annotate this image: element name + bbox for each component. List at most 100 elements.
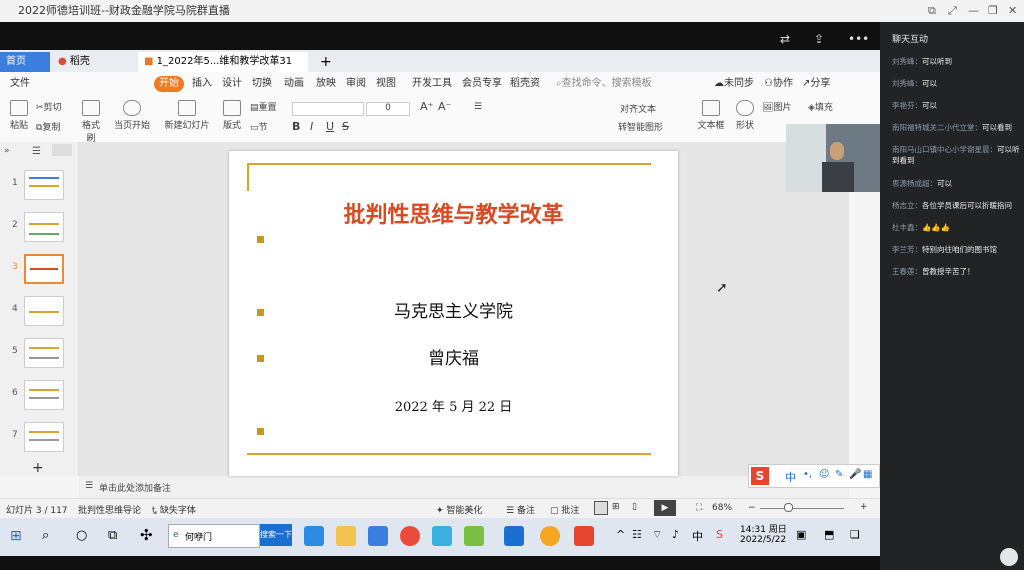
- collab-button[interactable]: ⚇协作: [764, 76, 793, 92]
- menu-view[interactable]: 视图: [376, 76, 396, 92]
- ime-punct-icon[interactable]: •,: [803, 469, 812, 480]
- wps-icon[interactable]: [574, 526, 594, 546]
- bold-button[interactable]: B: [292, 120, 300, 133]
- mail-icon[interactable]: [368, 526, 388, 546]
- sorter-view-icon[interactable]: ⊞: [612, 502, 620, 512]
- increase-font-button[interactable]: A⁺: [420, 100, 433, 113]
- tab-docer[interactable]: ● 稻壳: [52, 52, 132, 72]
- strikethrough-button[interactable]: S: [342, 120, 349, 133]
- cortana-icon[interactable]: ○: [76, 528, 87, 543]
- align-text-button[interactable]: 对齐文本: [620, 102, 656, 115]
- menu-animation[interactable]: 动画: [284, 76, 304, 92]
- italic-button[interactable]: I: [310, 120, 313, 133]
- decrease-font-button[interactable]: A⁻: [438, 100, 451, 113]
- show-desktop-icon[interactable]: ▣: [796, 528, 806, 541]
- thumbnail-view-icon[interactable]: [52, 144, 72, 156]
- fullscreen-icon[interactable]: ⤢: [948, 0, 957, 22]
- menu-insert[interactable]: 插入: [192, 76, 212, 92]
- tab-current-document[interactable]: ■ 1_2022年5...维和教学改革31: [138, 52, 308, 72]
- menu-start[interactable]: 开始: [154, 76, 184, 92]
- chrome-icon[interactable]: [400, 526, 420, 546]
- presenter-webcam[interactable]: [786, 124, 880, 192]
- template-name[interactable]: 批判性思维导论: [78, 503, 141, 516]
- zoom-slider-handle[interactable]: [784, 503, 793, 512]
- browser-green-icon[interactable]: [464, 526, 484, 546]
- slide-thumb-3[interactable]: [24, 254, 64, 284]
- zoom-in-button[interactable]: +: [860, 502, 868, 512]
- screen-share-icon[interactable]: ⇄: [780, 32, 794, 46]
- paste-button[interactable]: 粘贴: [6, 100, 32, 131]
- font-size-select[interactable]: 0: [366, 102, 410, 116]
- add-slide-button[interactable]: +: [32, 460, 44, 476]
- task-view-icon[interactable]: ⧉: [108, 528, 117, 543]
- app-swirl-icon[interactable]: [432, 526, 452, 546]
- tray-network-icon[interactable]: ☷: [632, 528, 642, 541]
- notes-toggle[interactable]: ☰ 备注: [506, 503, 535, 516]
- sogou-ime-icon[interactable]: S: [751, 467, 769, 485]
- slide-thumb-5[interactable]: [24, 338, 64, 368]
- file-menu[interactable]: 文件: [10, 76, 30, 92]
- missing-font-button[interactable]: Ꮏ 缺失字体: [152, 503, 196, 516]
- text-box-button[interactable]: 文本框: [696, 100, 726, 131]
- zoom-slider[interactable]: [760, 508, 844, 509]
- new-tab-button[interactable]: +: [314, 52, 334, 72]
- tab-home[interactable]: 首页: [0, 52, 50, 72]
- zoom-level[interactable]: 68%: [712, 503, 732, 513]
- command-search[interactable]: ⌕查找命令、搜索模板: [556, 76, 652, 92]
- tray-ime-icon[interactable]: 中: [692, 528, 703, 544]
- collapse-panel-icon[interactable]: »: [4, 146, 10, 156]
- fit-window-icon[interactable]: ⛶: [696, 503, 702, 513]
- slide-thumb-7[interactable]: [24, 422, 64, 452]
- section-button[interactable]: ▭节: [250, 120, 268, 133]
- reset-button[interactable]: ▤重置: [250, 100, 277, 113]
- ime-emoji-icon[interactable]: ☺: [819, 469, 829, 480]
- user-avatar[interactable]: [1000, 548, 1018, 566]
- outline-view-icon[interactable]: ☰: [32, 146, 41, 157]
- search-icon[interactable]: ⌕: [42, 528, 49, 543]
- copy-button[interactable]: ⧉复制: [36, 120, 60, 133]
- slide-thumb-1[interactable]: [24, 170, 64, 200]
- ime-voice-icon[interactable]: 🎤: [849, 469, 861, 480]
- current-slide[interactable]: 批判性思维与教学改革 马克思主义学院 曾庆福 2022 年 5 月 22 日: [229, 151, 678, 476]
- menu-transition[interactable]: 切换: [252, 76, 272, 92]
- layout-button[interactable]: 版式: [218, 100, 246, 131]
- app-pinwheel-icon[interactable]: ✣: [140, 526, 153, 544]
- smart-graphic-button[interactable]: 转智能图形: [618, 120, 663, 133]
- file-explorer-icon[interactable]: [336, 526, 356, 546]
- notification-icon[interactable]: ⬒: [824, 528, 834, 541]
- zoom-out-button[interactable]: −: [748, 503, 756, 513]
- fill-button[interactable]: ◈填充: [808, 100, 833, 113]
- notes-bar[interactable]: ☰ 单击此处添加备注: [79, 476, 849, 498]
- bullet-list-button[interactable]: ☰: [474, 102, 482, 112]
- pin-icon[interactable]: ⧉: [928, 0, 936, 22]
- meeting-app-icon[interactable]: [504, 526, 524, 546]
- format-painter-button[interactable]: 格式刷: [78, 100, 104, 144]
- cut-button[interactable]: ✂剪切: [36, 100, 62, 113]
- menu-developer[interactable]: 开发工具: [412, 76, 452, 92]
- tray-expand-icon[interactable]: ^: [616, 528, 625, 541]
- taskbar-search-button[interactable]: 搜索一下: [260, 524, 292, 546]
- new-slide-button[interactable]: 新建幻灯片: [162, 100, 212, 131]
- clock-time[interactable]: 14:31 周日: [740, 522, 787, 535]
- font-family-select[interactable]: [292, 102, 364, 116]
- reading-view-icon[interactable]: ▯: [632, 502, 637, 512]
- edge-browser-icon[interactable]: [304, 526, 324, 546]
- ime-grid-icon[interactable]: ▦: [863, 469, 872, 480]
- beautify-button[interactable]: ✦ 智能美化: [436, 503, 482, 516]
- minimize-icon[interactable]: —: [968, 0, 979, 22]
- more-icon[interactable]: •••: [848, 32, 869, 46]
- menu-review[interactable]: 审阅: [346, 76, 366, 92]
- action-center-icon[interactable]: ❏: [850, 528, 860, 541]
- slide-thumb-6[interactable]: [24, 380, 64, 410]
- clock-date[interactable]: 2022/5/22: [740, 535, 786, 545]
- exit-icon[interactable]: ⇪: [814, 32, 828, 46]
- share-button[interactable]: ↗分享: [802, 76, 830, 92]
- menu-docer-resources[interactable]: 稻壳资: [510, 76, 540, 92]
- taskbar-search-box[interactable]: e 何咿门: [168, 524, 260, 548]
- windows-start-icon[interactable]: ⊞: [10, 528, 22, 544]
- picture-button[interactable]: 🖼图片: [762, 100, 791, 113]
- menu-member[interactable]: 会员专享: [462, 76, 502, 92]
- sync-status[interactable]: ☁未同步: [714, 76, 754, 92]
- ime-pen-icon[interactable]: ✎: [835, 469, 843, 480]
- comments-toggle[interactable]: ▢ 批注: [550, 503, 579, 516]
